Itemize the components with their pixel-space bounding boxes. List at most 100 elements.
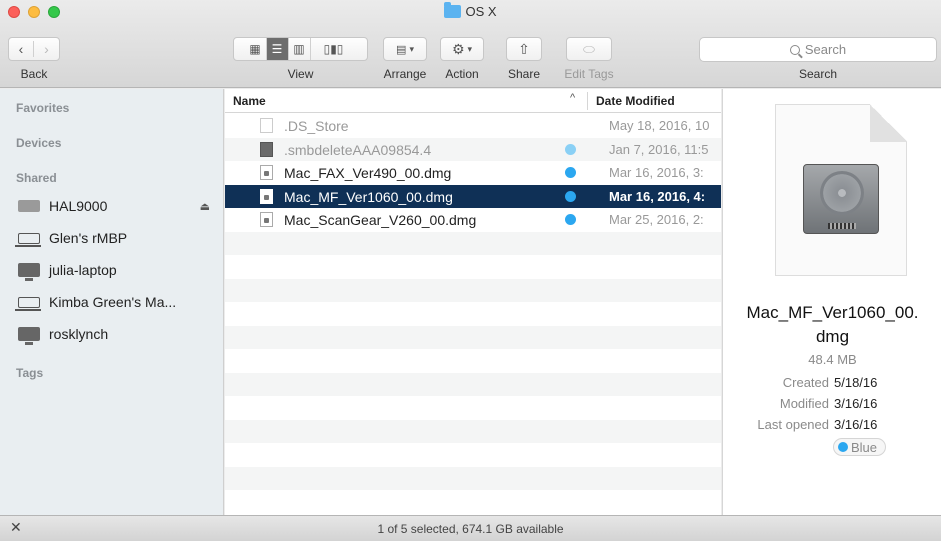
arrange-label: Arrange	[383, 67, 427, 81]
file-list: Name ^ Date Modified .DS_Store May 18, 2…	[225, 89, 721, 515]
search-label: Search	[798, 67, 838, 81]
gear-icon: ⚙	[451, 40, 465, 57]
file-name: .DS_Store	[284, 118, 349, 134]
folder-icon	[444, 2, 462, 18]
empty-row	[225, 278, 721, 302]
server-icon	[18, 200, 40, 212]
sidebar-item-julia-laptop[interactable]: julia-laptop	[18, 259, 218, 281]
sidebar-item-rosklynch[interactable]: rosklynch	[18, 323, 218, 345]
monitor-icon	[18, 263, 40, 281]
sidebar-item-kimba-green[interactable]: Kimba Green's Ma...	[15, 291, 218, 313]
blue-tag-icon	[838, 442, 848, 452]
file-date: Mar 16, 2016, 3:	[609, 165, 704, 180]
search-placeholder: Search	[804, 42, 847, 57]
tag-pill[interactable]: Blue	[833, 438, 887, 456]
share-label: Share	[507, 67, 541, 81]
status-text: 1 of 5 selected, 674.1 GB available	[377, 522, 564, 536]
empty-row	[225, 419, 721, 443]
edit-tags-label: Edit Tags	[564, 67, 614, 81]
preview-pane: Mac_MF_Ver1060_00. dmg 48.4 MB Created 5…	[722, 89, 941, 515]
toolbar: OS X ‹ › Back ▦ ☰ ▥ ▯▮▯ View ▤ ▾ Arrange …	[0, 0, 941, 88]
column-divider[interactable]	[587, 92, 588, 110]
back-button[interactable]: ‹	[9, 41, 35, 57]
blue-tag-icon	[565, 167, 576, 178]
window-title-text: OS X	[465, 4, 497, 19]
disk-image-icon	[803, 164, 879, 234]
file-date: Mar 25, 2016, 2:	[609, 212, 704, 227]
file-date: May 18, 2016, 10	[609, 118, 710, 133]
back-forward-group: ‹ ›	[8, 37, 60, 61]
sidebar: Favorites Devices Shared HAL9000 ⏏ Glen'…	[0, 89, 224, 515]
forward-button[interactable]: ›	[34, 41, 59, 57]
list-header: Name ^ Date Modified	[225, 89, 721, 113]
column-view-button[interactable]: ▥	[289, 38, 311, 60]
page-fold	[870, 104, 907, 142]
table-row[interactable]: .DS_Store May 18, 2016, 10	[225, 114, 721, 138]
arrange-button[interactable]: ▤ ▾	[383, 37, 427, 61]
chevron-down-icon: ▾	[467, 43, 473, 54]
file-date: Mar 16, 2016, 4:	[609, 188, 706, 204]
empty-row	[225, 396, 721, 420]
document-icon	[260, 118, 273, 133]
file-date: Jan 7, 2016, 11:5	[609, 141, 709, 157]
table-row[interactable]: Mac_FAX_Ver490_00.dmg Mar 16, 2016, 3:	[225, 161, 721, 185]
preview-file-name: Mac_MF_Ver1060_00. dmg	[723, 301, 941, 349]
tag-pill-label: Blue	[851, 439, 878, 455]
sidebar-item-hal9000[interactable]: HAL9000 ⏏	[18, 195, 218, 217]
cover-flow-button[interactable]: ▯▮▯	[311, 38, 357, 60]
search-input[interactable]: Search	[699, 37, 937, 62]
last-opened-label: Last opened	[757, 417, 829, 432]
drive-connector	[828, 223, 856, 229]
modified-value: 3/16/16	[834, 396, 878, 411]
file-name: .smbdeleteAAA09854.4	[284, 141, 432, 158]
column-header-name[interactable]: Name	[233, 94, 266, 108]
laptop-icon	[15, 233, 41, 247]
sidebar-item-label: rosklynch	[49, 326, 109, 342]
table-row-selected[interactable]: Mac_MF_Ver1060_00.dmg Mar 16, 2016, 4:	[225, 184, 721, 208]
sidebar-section-tags[interactable]: Tags	[16, 366, 43, 380]
search-icon	[789, 44, 800, 55]
disk-image-icon	[260, 212, 273, 227]
laptop-icon	[15, 297, 41, 311]
action-label: Action	[445, 67, 479, 81]
tag-icon: ⬭	[583, 40, 595, 57]
table-row[interactable]: .smbdeleteAAA09854.4 Jan 7, 2016, 11:5	[225, 137, 721, 161]
created-label: Created	[782, 375, 829, 390]
sidebar-section-shared[interactable]: Shared	[16, 171, 57, 185]
sidebar-item-label: Glen's rMBP	[49, 230, 128, 246]
view-segmented-control: ▦ ☰ ▥ ▯▮▯	[233, 37, 368, 61]
column-header-date-modified[interactable]: Date Modified	[596, 94, 675, 108]
modified-label: Modified	[779, 396, 829, 411]
sidebar-section-devices[interactable]: Devices	[16, 136, 61, 150]
sidebar-item-label: HAL9000	[49, 198, 108, 214]
empty-row	[225, 372, 721, 396]
file-rows: .DS_Store May 18, 2016, 10 .smbdeleteAAA…	[225, 114, 721, 514]
hard-drive-platter	[820, 171, 864, 215]
sidebar-section-favorites[interactable]: Favorites	[16, 101, 69, 115]
eject-icon[interactable]: ⏏	[200, 200, 210, 213]
sidebar-item-glens-rmbp[interactable]: Glen's rMBP	[15, 227, 218, 249]
last-opened-value: 3/16/16	[834, 417, 878, 432]
view-label: View	[287, 67, 314, 81]
back-label: Back	[20, 67, 48, 81]
sidebar-item-label: Kimba Green's Ma...	[49, 294, 177, 310]
file-icon	[260, 141, 273, 157]
disk-image-icon	[260, 188, 273, 204]
empty-row	[225, 302, 721, 326]
sort-ascending-icon: ^	[570, 92, 576, 104]
status-bar: ✕ 1 of 5 selected, 674.1 GB available	[0, 515, 941, 541]
blue-tag-icon	[565, 143, 576, 155]
chevron-down-icon: ▾	[409, 43, 414, 54]
empty-row	[225, 443, 721, 467]
action-button[interactable]: ⚙ ▾	[440, 37, 484, 61]
empty-row	[225, 231, 721, 255]
table-row[interactable]: Mac_ScanGear_V260_00.dmg Mar 25, 2016, 2…	[225, 208, 721, 232]
blue-tag-icon	[565, 190, 576, 202]
empty-row	[225, 255, 721, 279]
preview-file-size: 48.4 MB	[808, 352, 857, 367]
share-button[interactable]: ⇧	[506, 37, 542, 61]
list-view-button[interactable]: ☰	[266, 38, 289, 60]
empty-row	[225, 466, 721, 490]
edit-tags-button[interactable]: ⬭	[566, 37, 612, 61]
icon-view-button[interactable]: ▦	[245, 38, 267, 60]
